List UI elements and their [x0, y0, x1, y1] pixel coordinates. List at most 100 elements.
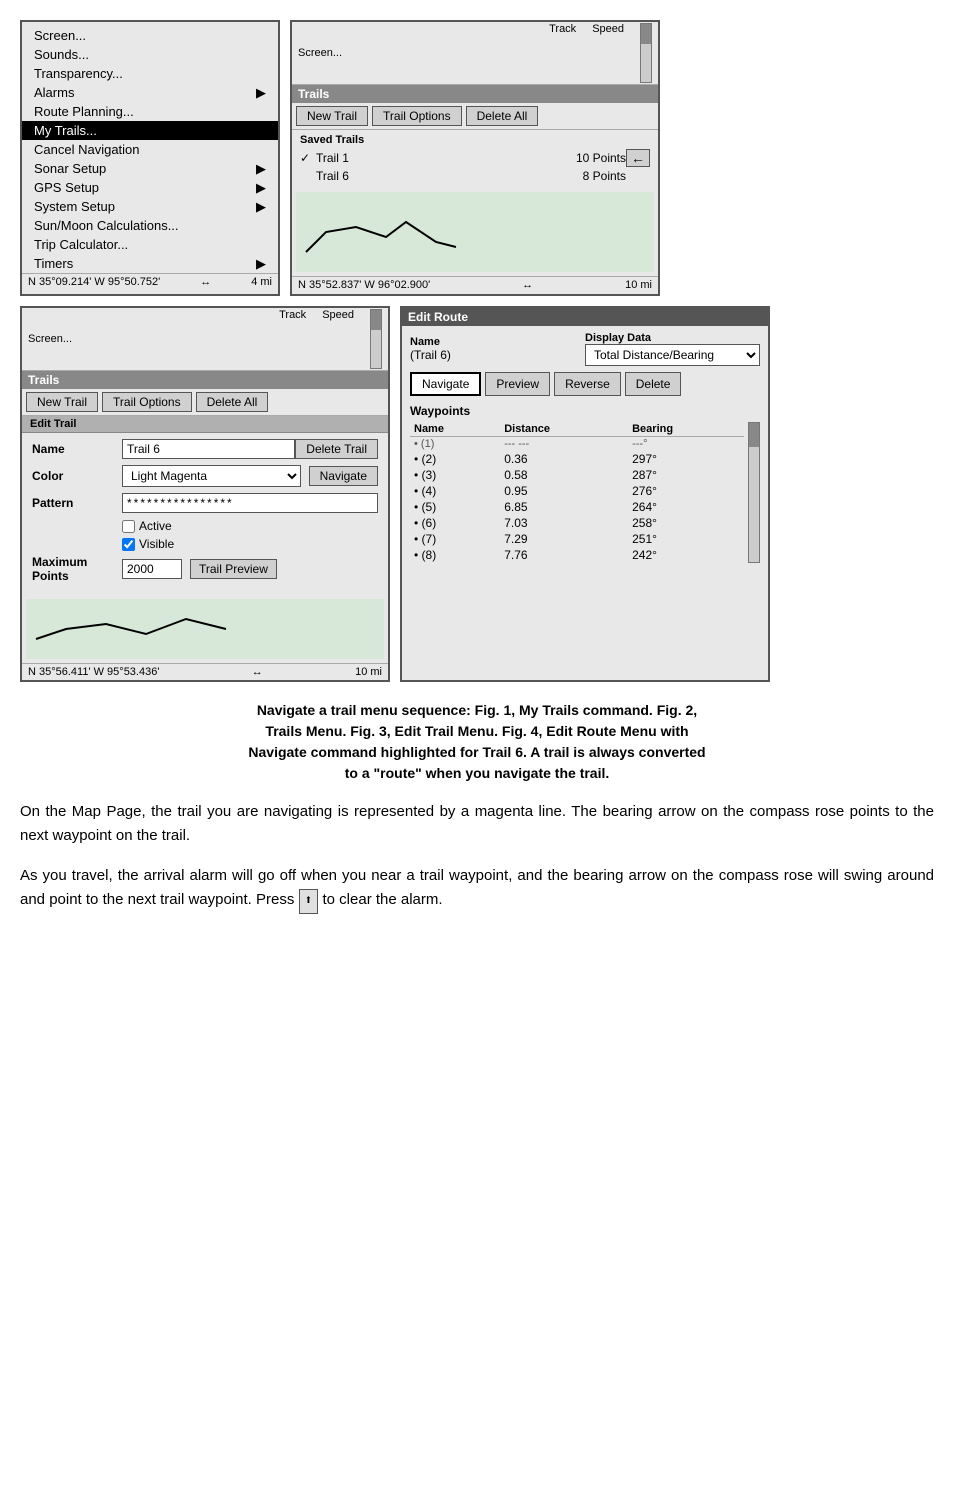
- fig2-trail-6-check: [300, 169, 316, 183]
- fig2-trail-6-row[interactable]: Trail 6 8 Points: [300, 168, 650, 184]
- fig3-header: Screen... Track Speed: [22, 308, 388, 371]
- fig4-scrollbar-thumb: [749, 423, 759, 447]
- fig4-wp-row-5[interactable]: • (6)7.03258°: [410, 515, 744, 531]
- fig2-trail-1-points: 10 Points: [576, 151, 626, 165]
- fig2-delete-all-btn[interactable]: Delete All: [466, 106, 539, 126]
- fig3-trail-preview-btn[interactable]: Trail Preview: [190, 559, 277, 579]
- fig4-wp-name-6: • (7): [410, 531, 500, 547]
- fig3-coord-bar: N 35°56.411' W 95°53.436' ↔ 10 mi: [22, 663, 388, 680]
- key-button[interactable]: ⬆: [299, 889, 319, 914]
- fig3-color-label: Color: [32, 469, 122, 483]
- fig3-color-select[interactable]: Light Magenta: [122, 465, 301, 487]
- fig4-display-select[interactable]: Total Distance/Bearing: [585, 344, 760, 366]
- fig3-delete-all-btn[interactable]: Delete All: [196, 392, 269, 412]
- fig4-wp-row-2[interactable]: • (3)0.58287°: [410, 467, 744, 483]
- fig4-wp-row-7[interactable]: • (8)7.76242°: [410, 547, 744, 563]
- caption-text: Navigate a trail menu sequence: Fig. 1, …: [248, 702, 705, 781]
- fig3-map-area: [26, 599, 384, 659]
- menu-item-route-planning[interactable]: Route Planning...: [22, 102, 278, 121]
- fig3-new-trail-btn[interactable]: New Trail: [26, 392, 98, 412]
- fig3-name-label: Name: [32, 442, 122, 456]
- fig2-tabs-label: Trails: [292, 85, 658, 103]
- fig4-wp-bearing-1: 297°: [628, 451, 744, 467]
- menu-item-sun-moon[interactable]: Sun/Moon Calculations...: [22, 216, 278, 235]
- fig2-trail-1-row[interactable]: ✓ Trail 1 10 Points ←: [300, 148, 650, 168]
- fig3-tabs-row: New Trail Trail Options Delete All: [22, 389, 388, 416]
- fig2-header-track: Track: [549, 23, 576, 83]
- fig3-maxpts-input[interactable]: [122, 559, 182, 579]
- fig3-pattern-input[interactable]: [122, 493, 378, 513]
- fig4-scrollbar[interactable]: [748, 422, 760, 563]
- fig3-name-row: Name Delete Trail: [32, 439, 378, 459]
- menu-item-trip-calc[interactable]: Trip Calculator...: [22, 235, 278, 254]
- body-paragraph-1: On the Map Page, the trail you are navig…: [20, 800, 934, 848]
- fig4-navigate-btn[interactable]: Navigate: [410, 372, 481, 396]
- fig2-scale: 10 mi: [625, 279, 652, 291]
- fig4-name-display-row: Name (Trail 6) Display Data Total Distan…: [410, 332, 760, 366]
- fig1-scale: 4 mi: [251, 276, 272, 288]
- fig2-coordinates: N 35°52.837' W 96°02.900': [298, 279, 430, 291]
- fig2-new-trail-btn[interactable]: New Trail: [296, 106, 368, 126]
- fig4-wp-name-7: • (8): [410, 547, 500, 563]
- fig3-visible-row: Visible: [122, 537, 378, 551]
- fig4-wp-name-0: • (1): [410, 437, 500, 452]
- fig4-wp-name-2: • (3): [410, 467, 500, 483]
- menu-item-alarms[interactable]: Alarms: [22, 83, 278, 102]
- caption-block: Navigate a trail menu sequence: Fig. 1, …: [20, 700, 934, 784]
- fig3-header-speed: Speed: [322, 309, 354, 369]
- fig3-tabs-label: Trails: [22, 371, 388, 389]
- menu-item-gps-setup[interactable]: GPS Setup: [22, 178, 278, 197]
- fig4-display-cell: Display Data Total Distance/Bearing: [585, 332, 760, 366]
- fig4-wp-name-4: • (5): [410, 499, 500, 515]
- fig2-back-btn[interactable]: ←: [626, 149, 650, 167]
- fig2-map-area: [296, 192, 654, 272]
- fig3-coordinates: N 35°56.411' W 95°53.436': [28, 666, 159, 678]
- menu-item-system-setup[interactable]: System Setup: [22, 197, 278, 216]
- fig4-delete-btn[interactable]: Delete: [625, 372, 682, 396]
- fig3-name-input[interactable]: [122, 439, 295, 459]
- fig4-wp-dist-6: 7.29: [500, 531, 628, 547]
- fig4-body: Name (Trail 6) Display Data Total Distan…: [402, 326, 768, 569]
- menu-item-my-trails[interactable]: My Trails...: [22, 121, 278, 140]
- fig2-arrow-icon: ↔: [522, 279, 533, 291]
- fig4-waypoints-label: Waypoints: [410, 404, 760, 418]
- menu-item-cancel-nav[interactable]: Cancel Navigation: [22, 140, 278, 159]
- menu-item-screen[interactable]: Screen...: [22, 26, 278, 45]
- fig4-wp-name-1: • (2): [410, 451, 500, 467]
- fig3-scrollbar[interactable]: [370, 309, 382, 369]
- fig2-trail-6-points: 8 Points: [583, 169, 626, 183]
- menu-item-sonar-setup[interactable]: Sonar Setup: [22, 159, 278, 178]
- fig4-preview-btn[interactable]: Preview: [485, 372, 550, 396]
- fig4-wp-dist-0: --- ---: [500, 437, 628, 452]
- fig4-wp-row-3[interactable]: • (4)0.95276°: [410, 483, 744, 499]
- fig4-wp-dist-7: 7.76: [500, 547, 628, 563]
- fig4-wp-bearing-7: 242°: [628, 547, 744, 563]
- fig4-wp-row-6[interactable]: • (7)7.29251°: [410, 531, 744, 547]
- fig2-trail-options-btn[interactable]: Trail Options: [372, 106, 462, 126]
- fig4-reverse-btn[interactable]: Reverse: [554, 372, 621, 396]
- fig4-wp-name-5: • (6): [410, 515, 500, 531]
- menu-item-transparency[interactable]: Transparency...: [22, 64, 278, 83]
- fig3-navigate-btn[interactable]: Navigate: [309, 466, 378, 486]
- fig2-header-screen: Screen...: [298, 47, 342, 59]
- fig4-col-name: Name: [410, 422, 500, 437]
- fig3-active-checkbox[interactable]: [122, 520, 135, 533]
- fig4-wp-row-4[interactable]: • (5)6.85264°: [410, 499, 744, 515]
- fig2-coord-bar: N 35°52.837' W 96°02.900' ↔ 10 mi: [292, 276, 658, 293]
- fig2-scrollbar[interactable]: [640, 23, 652, 83]
- fig2-trail-1-check: ✓: [300, 151, 316, 165]
- fig4-name-cell: Name (Trail 6): [410, 336, 585, 362]
- fig3-visible-checkbox[interactable]: [122, 538, 135, 551]
- fig3-trail-options-btn[interactable]: Trail Options: [102, 392, 192, 412]
- fig3-edit-trail-title: Edit Trail: [22, 416, 388, 433]
- fig3-body: Name Delete Trail Color Light Magenta Na…: [22, 433, 388, 595]
- fig3-delete-trail-btn[interactable]: Delete Trail: [295, 439, 378, 459]
- fig4-wp-row-1[interactable]: • (2)0.36297°: [410, 451, 744, 467]
- fig4-wp-tbody: • (1)--- ------°• (2)0.36297°• (3)0.5828…: [410, 437, 744, 564]
- menu-item-timers[interactable]: Timers: [22, 254, 278, 273]
- fig4-display-label: Display Data: [585, 332, 760, 344]
- menu-item-sounds[interactable]: Sounds...: [22, 45, 278, 64]
- fig3-scrollbar-thumb: [371, 310, 381, 330]
- fig3-maxpts-row: Maximum Points Trail Preview: [32, 555, 378, 583]
- fig4-wp-row-0[interactable]: • (1)--- ------°: [410, 437, 744, 452]
